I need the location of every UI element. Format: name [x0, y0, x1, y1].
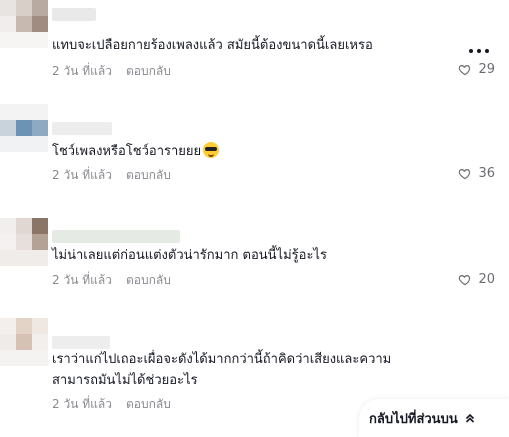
- comment-time: 2 วัน ที่แล้ว: [52, 273, 112, 287]
- dot-icon: [469, 49, 473, 53]
- back-to-top-button[interactable]: กลับไปที่ส่วนบน: [359, 399, 509, 437]
- comment-text-line-1: เราว่าแก่ไปเถอะเผื่อจะดังได้มากกว่านี้ถ้…: [52, 352, 392, 367]
- reply-button[interactable]: ตอบกลับ: [126, 168, 171, 182]
- double-chevron-up-icon: [465, 413, 474, 423]
- avatar[interactable]: [0, 104, 48, 152]
- like-button[interactable]: 36: [458, 166, 495, 181]
- like-count: 36: [478, 166, 495, 181]
- comment-text: ไม่น่าเลยแต่ก่อนแต่งตัวน่ารักมาก ตอนนี้ไ…: [52, 248, 327, 263]
- comment-time: 2 วัน ที่แล้ว: [52, 64, 112, 78]
- like-button[interactable]: 29: [458, 62, 495, 77]
- dot-icon: [477, 49, 481, 53]
- reply-button[interactable]: ตอบกลับ: [126, 273, 171, 287]
- comment-text: แทบจะเปลือยกายร้องเพลงแล้ว สมัยนี้ต้องขน…: [52, 38, 373, 53]
- heart-icon: [459, 168, 471, 179]
- dot-icon: [485, 49, 489, 53]
- username-blurred[interactable]: [52, 8, 96, 21]
- comment-text-line-2: สามารถมันไม่ได้ช่วยอะไร: [52, 373, 198, 388]
- comment-text: โชว์เพลงหรือโชว์อารายยย: [52, 142, 220, 162]
- username-blurred[interactable]: [52, 230, 180, 243]
- heart-icon: [459, 64, 471, 75]
- username-blurred[interactable]: [52, 336, 110, 349]
- reply-button[interactable]: ตอบกลับ: [126, 64, 171, 78]
- sunglasses-emoji-icon: [203, 142, 220, 158]
- username-blurred[interactable]: [52, 122, 112, 135]
- avatar[interactable]: [0, 318, 48, 366]
- comment-meta: 2 วัน ที่แล้ว ตอบกลับ: [52, 272, 171, 288]
- comment-text-content: โชว์เพลงหรือโชว์อารายยย: [52, 144, 202, 159]
- comment-time: 2 วัน ที่แล้ว: [52, 168, 112, 182]
- comment-meta: 2 วัน ที่แล้ว ตอบกลับ: [52, 396, 171, 412]
- reply-button[interactable]: ตอบกลับ: [126, 397, 171, 411]
- like-count: 29: [478, 62, 495, 77]
- avatar[interactable]: [0, 218, 48, 266]
- comment-meta: 2 วัน ที่แล้ว ตอบกลับ: [52, 63, 171, 79]
- more-options-button[interactable]: [469, 46, 491, 56]
- like-button[interactable]: 20: [458, 272, 495, 287]
- comment-time: 2 วัน ที่แล้ว: [52, 397, 112, 411]
- heart-icon: [459, 274, 471, 285]
- avatar[interactable]: [0, 0, 48, 48]
- comment-meta: 2 วัน ที่แล้ว ตอบกลับ: [52, 167, 171, 183]
- back-to-top-label: กลับไปที่ส่วนบน: [369, 411, 458, 427]
- like-count: 20: [478, 272, 495, 287]
